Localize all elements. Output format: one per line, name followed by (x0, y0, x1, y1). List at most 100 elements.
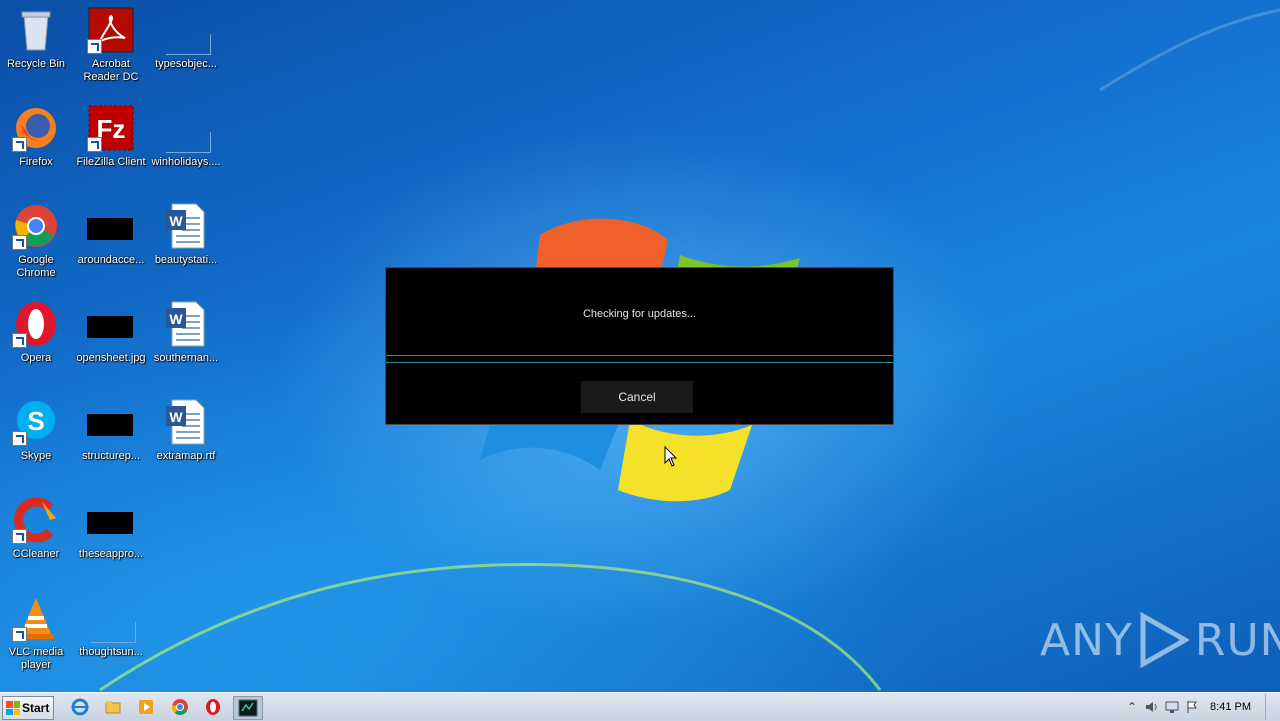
icon-label: aroundacce... (77, 254, 145, 266)
start-label: Start (22, 701, 50, 715)
desktop-icon-opera[interactable]: Opera (0, 300, 74, 365)
system-tray: ⌃ 8:41 PM (1122, 693, 1280, 721)
desktop-icon-firefox[interactable]: Firefox (0, 104, 74, 169)
icon-label: VLC media player (8, 646, 64, 671)
desktop-icon-beautystati[interactable]: W beautystati... (148, 202, 224, 267)
desktop-icon-theseappro[interactable]: theseappro... (73, 496, 149, 561)
svg-text:W: W (169, 409, 183, 425)
desktop-icon-typesobjec[interactable]: typesobjec... (148, 6, 224, 71)
start-button[interactable]: Start (2, 696, 54, 720)
firefox-icon (12, 104, 60, 152)
icon-label: opensheet.jpg (76, 352, 146, 364)
desktop-icon-filezilla[interactable]: Fz FileZilla Client (73, 104, 149, 169)
image-file-icon (87, 300, 135, 348)
icon-label: typesobjec... (155, 58, 217, 70)
filezilla-icon: Fz (87, 104, 135, 152)
internet-explorer-icon (71, 698, 89, 716)
desktop-icon-thoughtsun[interactable]: thoughtsun... (73, 594, 149, 659)
icon-label: Recycle Bin (6, 58, 66, 70)
desktop-icon-winholidays[interactable]: winholidays.... (148, 104, 224, 169)
desktop-icon-google-chrome[interactable]: Google Chrome (0, 202, 74, 280)
icon-label: extramap.rtf (156, 450, 216, 462)
icon-label: theseappro... (78, 548, 144, 560)
image-file-icon (87, 496, 135, 544)
shortcut-arrow-icon (12, 137, 27, 152)
word-doc-icon: W (162, 398, 210, 446)
file-explorer-icon (105, 701, 121, 714)
svg-text:W: W (169, 213, 183, 229)
taskbar-file-explorer[interactable] (99, 696, 127, 718)
shortcut-arrow-icon (87, 39, 102, 54)
blank-file-icon (87, 594, 136, 643)
cancel-button[interactable]: Cancel (581, 381, 693, 413)
taskbar-chrome[interactable] (166, 696, 194, 718)
icon-label: winholidays.... (151, 156, 221, 168)
shortcut-arrow-icon (87, 137, 102, 152)
taskbar-media-player[interactable] (132, 696, 160, 718)
icon-label: FileZilla Client (76, 156, 146, 168)
shortcut-arrow-icon (12, 627, 27, 642)
acrobat-icon (87, 6, 135, 54)
volume-icon[interactable] (1142, 697, 1162, 717)
icon-label: thoughtsun... (79, 646, 143, 658)
desktop-icon-recycle-bin[interactable]: Recycle Bin (0, 6, 74, 71)
icon-label: Acrobat Reader DC (83, 58, 139, 83)
desktop-icon-acrobat[interactable]: Acrobat Reader DC (73, 6, 149, 84)
shortcut-arrow-icon (12, 333, 27, 348)
anyrun-watermark: ANY RUN (1040, 612, 1280, 668)
mouse-cursor-icon (664, 446, 678, 467)
desktop: Recycle Bin Firefox Google Chrome Opera S… (0, 0, 1280, 692)
word-doc-icon: W (162, 202, 210, 250)
skype-icon: S (12, 398, 60, 446)
windows-flag-icon (6, 701, 20, 715)
desktop-icon-structurep[interactable]: structurep... (73, 398, 149, 463)
opera-icon (206, 699, 220, 715)
taskbar-opera[interactable] (199, 696, 227, 718)
tray-expand-icon[interactable]: ⌃ (1122, 697, 1142, 717)
clock[interactable]: 8:41 PM (1210, 701, 1251, 713)
desktop-icon-vlc[interactable]: VLC media player (0, 594, 74, 672)
image-file-icon (87, 398, 135, 446)
chrome-icon (12, 202, 60, 250)
icon-label: Skype (20, 450, 52, 462)
desktop-icon-ccleaner[interactable]: CCleaner (0, 496, 74, 561)
word-doc-icon: W (162, 300, 210, 348)
taskbar-internet-explorer[interactable] (66, 696, 94, 718)
blank-file-icon (162, 6, 211, 55)
shortcut-arrow-icon (12, 529, 27, 544)
svg-text:W: W (169, 311, 183, 327)
desktop-icon-opensheet[interactable]: opensheet.jpg (73, 300, 149, 365)
desktop-icon-extramap[interactable]: W extramap.rtf (148, 398, 224, 463)
taskbar-updater-app[interactable] (233, 696, 263, 720)
opera-icon (12, 300, 60, 348)
recycle-bin-icon (12, 6, 60, 54)
icon-label: CCleaner (12, 548, 60, 560)
taskbar: Start ⌃ 8:41 PM (0, 692, 1280, 721)
icon-label: Opera (20, 352, 52, 364)
media-player-icon (139, 700, 153, 714)
blank-file-icon (162, 104, 211, 153)
play-logo-icon (1140, 612, 1189, 668)
dialog-message: Checking for updates... (582, 308, 697, 320)
update-dialog: Checking for updates... Cancel (385, 267, 894, 425)
icon-label: Firefox (19, 156, 53, 168)
icon-label: Google Chrome (16, 254, 56, 279)
progress-bar (386, 355, 893, 363)
show-desktop-button[interactable] (1265, 694, 1280, 720)
action-center-flag-icon[interactable] (1182, 697, 1202, 717)
desktop-icon-aroundacce[interactable]: aroundacce... (73, 202, 149, 267)
image-file-icon (87, 202, 135, 250)
shortcut-arrow-icon (12, 431, 27, 446)
watermark-text-right: RUN (1194, 614, 1280, 666)
icon-label: beautystati... (154, 254, 218, 266)
icon-label: structurep... (81, 450, 141, 462)
desktop-icon-southernan[interactable]: W southernan... (148, 300, 224, 365)
vlc-icon (12, 594, 60, 642)
shortcut-arrow-icon (12, 235, 27, 250)
network-icon[interactable] (1162, 697, 1182, 717)
ccleaner-icon (12, 496, 60, 544)
svg-text:S: S (27, 406, 44, 436)
icon-label: southernan... (153, 352, 219, 364)
watermark-text-left: ANY (1040, 614, 1133, 666)
desktop-icon-skype[interactable]: S Skype (0, 398, 74, 463)
